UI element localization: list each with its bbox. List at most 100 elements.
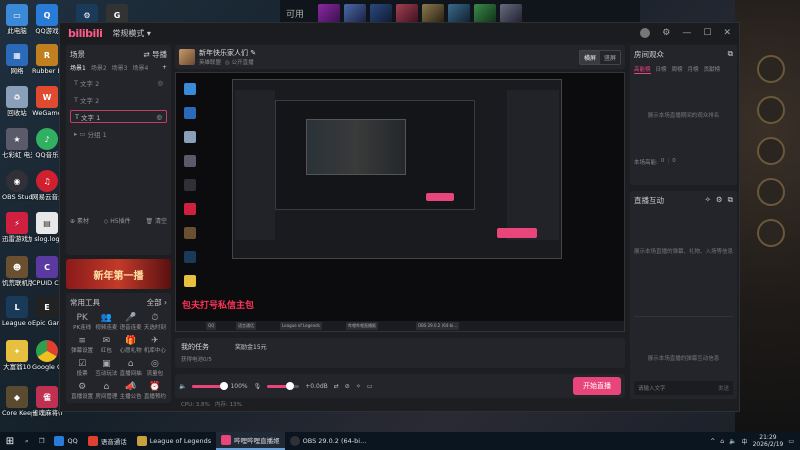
scene-tab[interactable]: 场景3 bbox=[112, 63, 128, 72]
desktop-icon[interactable]: W WeGame bbox=[32, 86, 62, 117]
popout-icon[interactable]: ⧉ bbox=[728, 195, 733, 206]
desktop-icon[interactable]: ▦ 网络 bbox=[2, 44, 32, 75]
task-view-icon[interactable]: ❐ bbox=[34, 432, 50, 450]
volume-icon[interactable]: 🔈 bbox=[729, 438, 736, 445]
desktop-icon[interactable]: 雀雀魂麻将(Mahjong... bbox=[32, 386, 62, 417]
tool-item[interactable]: ✉ 红包 bbox=[94, 336, 118, 354]
tool-item[interactable]: ▣ 互动玩法 bbox=[94, 359, 118, 377]
tool-item[interactable]: ✈ 机库中心 bbox=[143, 336, 167, 354]
material-button[interactable]: ⊕ 素材 bbox=[70, 216, 89, 225]
tray-chevron-icon[interactable]: ^ bbox=[710, 438, 715, 445]
mic-volume-slider[interactable] bbox=[267, 381, 300, 390]
rank-tab[interactable]: 高能榜 bbox=[634, 65, 651, 74]
settings-icon[interactable]: ⚙ bbox=[716, 195, 723, 206]
clock[interactable]: 21:29 2026/2/19 bbox=[753, 434, 784, 448]
desktop-icon[interactable]: ▭ 此电脑 bbox=[2, 4, 32, 35]
tool-item[interactable]: ⏱ 天选时刻 bbox=[143, 313, 167, 331]
promo-banner[interactable]: 新年第一播 bbox=[66, 259, 171, 289]
camera-icon[interactable]: ▭ bbox=[367, 383, 373, 390]
tool-item[interactable]: ⌂ 房间管理 bbox=[94, 382, 118, 400]
close-icon[interactable]: ✕ bbox=[723, 28, 731, 38]
user-avatar[interactable] bbox=[640, 28, 651, 38]
tool-item[interactable]: ◎ 流量包 bbox=[143, 359, 167, 377]
h5-plugin-button[interactable]: ◇ H5插件 bbox=[104, 216, 131, 225]
minimize-icon[interactable]: — bbox=[682, 28, 691, 38]
speaker-icon[interactable]: 🔈 bbox=[179, 383, 186, 390]
desktop-icon[interactable]: Google Chrome bbox=[32, 340, 62, 371]
tool-item[interactable]: ≡ 弹幕设置 bbox=[70, 336, 94, 354]
maximize-icon[interactable]: ☐ bbox=[703, 28, 711, 38]
rank-tab[interactable]: 贡献榜 bbox=[704, 65, 721, 74]
swap-icon[interactable]: ⇄ bbox=[334, 383, 339, 390]
edit-icon[interactable]: ✎ bbox=[250, 49, 256, 57]
notification-icon[interactable]: ▭ bbox=[788, 438, 794, 445]
tool-item[interactable]: ⌂ 直播间抽 bbox=[119, 359, 143, 377]
scene-tab[interactable]: 场景1 bbox=[70, 63, 86, 72]
landscape-option[interactable]: 横屏 bbox=[579, 50, 600, 64]
rank-tab[interactable]: 月榜 bbox=[688, 65, 699, 74]
desktop-icon[interactable]: ☻ 饥荒联机版 bbox=[2, 256, 32, 287]
desktop-icon[interactable]: ♪ QQ音乐 bbox=[32, 128, 62, 159]
desktop-icon[interactable]: ♻ 回收站 bbox=[2, 86, 32, 117]
stream-visibility[interactable]: ◎ 公开直播 bbox=[225, 58, 254, 66]
desktop-icon[interactable]: ★七彩虹 电光炸裂! ZERO bbox=[2, 128, 32, 159]
ime-icon[interactable]: 中 bbox=[742, 437, 748, 446]
eye-icon[interactable]: ◎ bbox=[156, 113, 162, 121]
desktop-icon[interactable]: ◉OBS Studio bbox=[2, 170, 32, 201]
search-icon[interactable]: ⌕ bbox=[20, 432, 34, 450]
source-item[interactable]: T 文字 1 ◎ bbox=[70, 110, 167, 123]
all-tools-link[interactable]: 全部 › bbox=[147, 297, 167, 308]
mic-icon[interactable]: 🎙 bbox=[254, 383, 262, 390]
scene-tab[interactable]: 场景4 bbox=[132, 63, 148, 72]
add-scene-icon[interactable]: + bbox=[162, 64, 167, 71]
tool-item[interactable]: 👥 视频连麦 bbox=[94, 313, 118, 331]
desktop-icon[interactable]: CCPUID CPU-Z bbox=[32, 256, 62, 287]
stream-cover[interactable] bbox=[179, 49, 195, 65]
desktop-icon[interactable]: ⚡迅雷游戏加速器 bbox=[2, 212, 32, 243]
stream-category[interactable]: 英雄联盟 bbox=[199, 58, 221, 66]
slider-knob[interactable] bbox=[285, 381, 294, 390]
desktop-icon[interactable]: ♫ 网易云音乐 bbox=[32, 170, 62, 201]
source-item[interactable]: T 文字 2 ◎ bbox=[70, 76, 167, 89]
popout-icon[interactable]: ⧉ bbox=[728, 49, 733, 60]
desktop-icon[interactable]: ✦ 大富翁10 bbox=[2, 340, 32, 371]
rank-tab[interactable]: 周榜 bbox=[672, 65, 683, 74]
taskbar-app-lol[interactable]: League of Legends bbox=[132, 432, 216, 450]
desktop-icon[interactable]: Q QQ游戏 bbox=[32, 4, 62, 35]
source-item[interactable]: T 文字 2 bbox=[70, 93, 167, 106]
network-icon[interactable]: ⌂ bbox=[720, 438, 724, 445]
desktop-icon[interactable]: RRubber Bandits bbox=[32, 44, 62, 75]
taskbar-app-obs[interactable]: OBS 29.0.2 (64-bi... bbox=[285, 432, 372, 450]
eye-icon[interactable]: ◎ bbox=[157, 79, 163, 87]
tool-item[interactable]: 🎁 心愿礼物 bbox=[119, 336, 143, 354]
settings-icon[interactable]: ⚙ bbox=[662, 28, 670, 38]
rank-tab[interactable]: 日榜 bbox=[656, 65, 667, 74]
taskbar-app-bilibili[interactable]: 哔哩哔哩直播姬 bbox=[216, 432, 285, 450]
desktop-icon[interactable]: ▤ slog.log bbox=[32, 212, 62, 243]
tool-item[interactable]: PK PK连线 bbox=[70, 313, 94, 331]
start-live-button[interactable]: 开始直播 bbox=[573, 377, 621, 395]
stream-preview[interactable]: 包夫打号私信主包 QQ 语言通话 League of Legends 哔哩哔哩直… bbox=[175, 72, 625, 332]
beauty-icon[interactable]: ✧ bbox=[356, 383, 361, 390]
desktop-icon[interactable]: EEpic Games Launcher bbox=[32, 296, 62, 327]
tool-item[interactable]: 🎤 语音连麦 bbox=[119, 313, 143, 331]
speaker-volume-slider[interactable] bbox=[192, 381, 229, 390]
desktop-icon[interactable]: ◆Core Keeper 地心... bbox=[2, 386, 32, 417]
my-tasks-panel[interactable]: 我的任务 获得电池0/5 奖励金15元 bbox=[175, 338, 625, 368]
import-button[interactable]: ⇄ 导播 bbox=[143, 49, 167, 60]
tool-item[interactable]: ⚙ 直播设置 bbox=[70, 382, 94, 400]
portrait-option[interactable]: 竖屏 bbox=[600, 51, 620, 64]
chat-input[interactable]: 请输入文字 发送 bbox=[634, 381, 733, 395]
mode-selector[interactable]: 常规模式 ▾ bbox=[112, 28, 151, 39]
source-group[interactable]: ▸ ▭ 分组 1 bbox=[70, 127, 167, 140]
desktop-icon[interactable]: LLeague of Legends bbox=[2, 296, 32, 327]
clear-button[interactable]: 🗑 清空 bbox=[145, 216, 167, 225]
taskbar-app-qq[interactable]: QQ bbox=[49, 432, 82, 450]
gift-icon[interactable]: ✧ bbox=[705, 195, 711, 206]
send-button[interactable]: 发送 bbox=[718, 384, 729, 392]
windows-start-icon[interactable]: ⊞ bbox=[0, 436, 20, 447]
mute-icon[interactable]: ⊘ bbox=[345, 383, 350, 390]
tool-item[interactable]: 📣 主播公告 bbox=[119, 382, 143, 400]
scene-tab[interactable]: 场景2 bbox=[91, 63, 107, 72]
slider-knob[interactable] bbox=[220, 381, 229, 390]
